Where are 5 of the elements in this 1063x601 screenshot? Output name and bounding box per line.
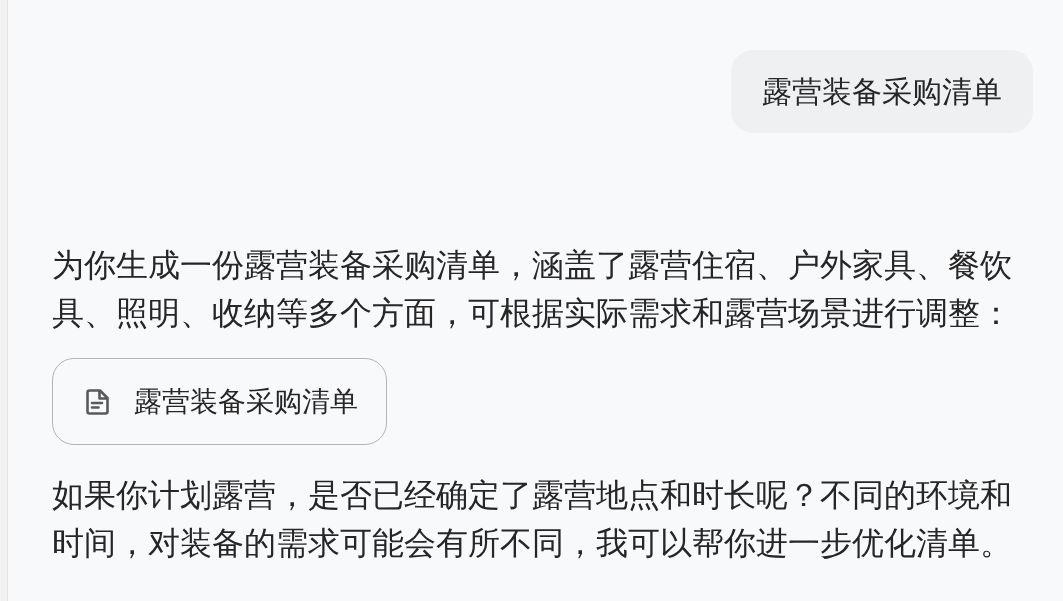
reply-text: 为你生成一份露营装备采购清单，涵盖了露营住宿、户外家具、餐饮具、照明、收纳等多个方面，可根据实际需求和露营场景进行调整： <box>52 245 1013 334</box>
document-card[interactable]: 露营装备采购清单 <box>52 358 387 445</box>
reply-text: 如果你计划露营，是否已经确定了露营地点和时长呢？不同的环境和时间，对装备的需求可能会有所不同，我可以帮你进一步优化清单。 <box>52 475 1013 564</box>
user-message-bubble: 露营装备采购清单 <box>731 50 1033 133</box>
document-icon <box>86 388 109 415</box>
